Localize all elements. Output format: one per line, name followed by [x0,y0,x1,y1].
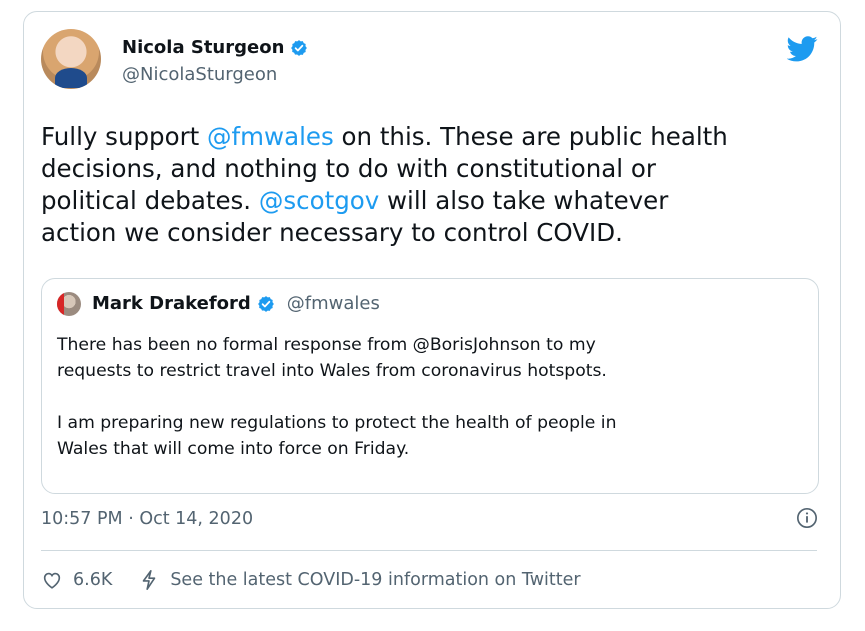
tweet-card: Nicola Sturgeon @NicolaSturgeon Fully su… [23,11,841,609]
quoted-tweet[interactable]: Mark Drakeford @fmwales There has been n… [41,278,819,494]
quoted-author-avatar [57,292,81,316]
author-name[interactable]: Nicola Sturgeon [122,37,284,59]
info-icon[interactable] [796,507,818,529]
action-bar: 6.6K See the latest COVID-19 information… [41,568,581,592]
verified-badge-icon [291,40,308,56]
like-count[interactable]: 6.6K [73,568,112,592]
twitter-bird-icon[interactable] [787,36,818,62]
author-handle[interactable]: @NicolaSturgeon [122,64,277,86]
covid-info-link[interactable]: See the latest COVID-19 information on T… [170,568,580,592]
quoted-author-handle: @fmwales [286,293,380,314]
mention-link[interactable]: @fmwales [207,122,334,151]
quoted-author-row: Mark Drakeford @fmwales [92,292,380,316]
author-avatar[interactable] [41,29,101,89]
author-name-row[interactable]: Nicola Sturgeon [122,37,308,59]
verified-badge-icon [257,296,274,312]
tweet-timestamp[interactable]: 10:57 PM · Oct 14, 2020 [41,507,253,531]
tweet-text-part: Fully support [41,122,208,151]
quoted-tweet-text: There has been no formal response from @… [57,335,617,459]
lightning-icon [142,570,156,590]
tweet-text: Fully support @fmwales on this. These ar… [41,121,831,249]
quoted-author-name: Mark Drakeford [92,293,251,314]
divider [41,550,817,551]
mention-link[interactable]: @scotgov [259,186,379,215]
heart-icon[interactable] [41,569,63,591]
